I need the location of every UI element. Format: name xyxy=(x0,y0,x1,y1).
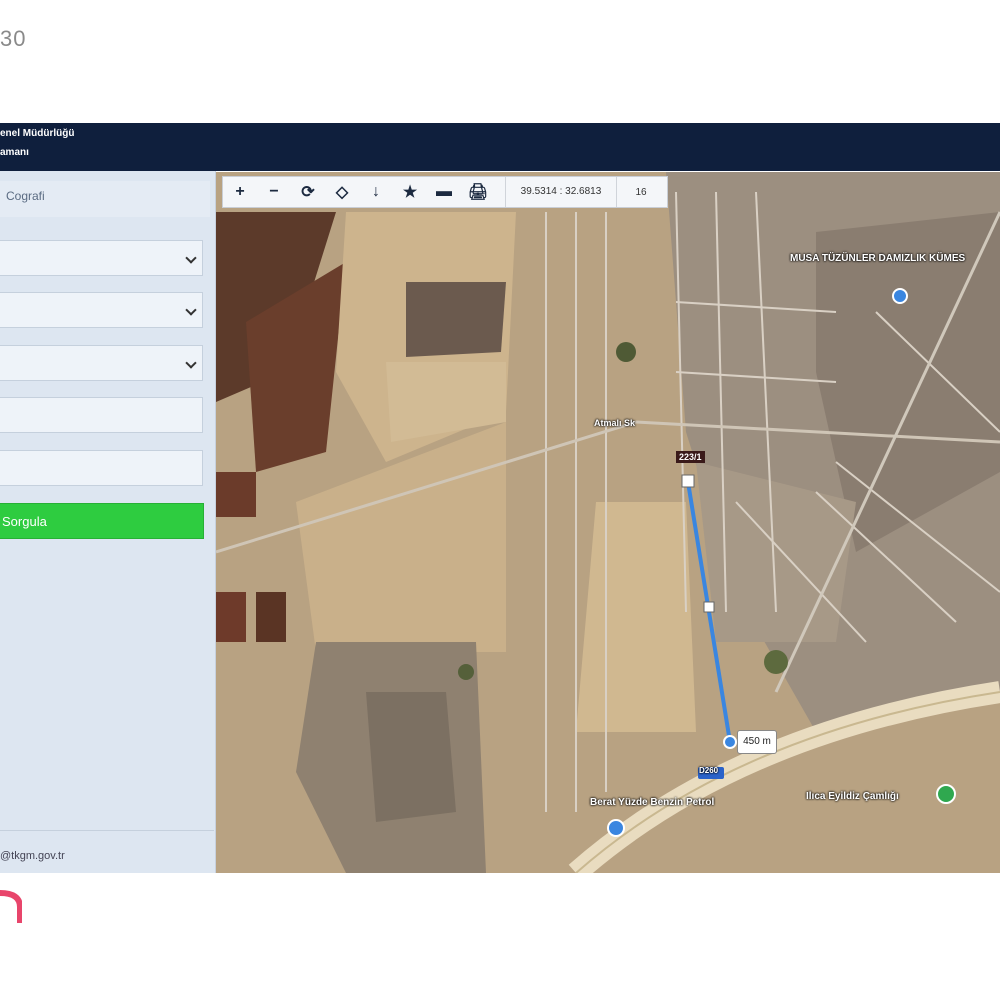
place-label-eatery: Ilıca Eyildiz Çamlığı xyxy=(806,791,899,802)
distance-label: 450 m xyxy=(737,730,777,754)
zoom-out-button[interactable]: − xyxy=(257,177,291,207)
download-icon[interactable]: ↓ xyxy=(359,177,393,207)
zoom-level: 16 xyxy=(635,186,647,198)
app-header xyxy=(0,123,1000,171)
place-label-fuel: Berat Yüzde Benzin Petrol xyxy=(590,797,715,808)
parcel-input[interactable] xyxy=(0,450,203,486)
place-label-village: MUSA TÜZÜNLER DAMIZLIK KÜMES xyxy=(790,253,966,264)
page-corner-text: 30 xyxy=(0,26,27,51)
zoom-in-button[interactable]: + xyxy=(223,177,257,207)
measure-icon[interactable]: ▬ xyxy=(427,177,461,207)
sidebar-divider xyxy=(0,830,214,831)
print-icon[interactable]: 🖨 xyxy=(461,177,495,207)
neighborhood-select[interactable] xyxy=(0,345,203,381)
coordinate-readout: 39.5314 : 32.6813 xyxy=(505,177,617,207)
query-button[interactable]: Sorgula xyxy=(0,503,204,539)
chevron-down-icon xyxy=(185,357,197,369)
satellite-map[interactable] xyxy=(216,172,1000,873)
province-select[interactable] xyxy=(0,240,203,276)
brand-logo-icon xyxy=(0,890,22,923)
org-title-line1: enel Müdürlüğü xyxy=(0,128,75,139)
locate-icon[interactable]: ◇ xyxy=(325,177,359,207)
tab-cografi-label: Cografi xyxy=(6,189,45,203)
street-label: Atmalı Sk xyxy=(594,418,636,428)
parcel-label: 223/1 xyxy=(676,451,705,463)
contact-email[interactable]: @tkgm.gov.tr xyxy=(0,850,65,862)
satellite-imagery xyxy=(216,172,1000,873)
district-select[interactable] xyxy=(0,292,203,328)
star-icon[interactable]: ★ xyxy=(393,177,427,207)
chevron-down-icon xyxy=(185,252,197,264)
block-input[interactable] xyxy=(0,397,203,433)
org-title-line2: amanı xyxy=(0,147,29,158)
chevron-down-icon xyxy=(185,304,197,316)
map-toolbar: + − ⟳ ◇ ↓ ★ ▬ 🖨 39.5314 : 32.6813 16 xyxy=(222,176,668,208)
refresh-icon[interactable]: ⟳ xyxy=(291,177,325,207)
road-shield-label: D260 xyxy=(699,766,719,775)
